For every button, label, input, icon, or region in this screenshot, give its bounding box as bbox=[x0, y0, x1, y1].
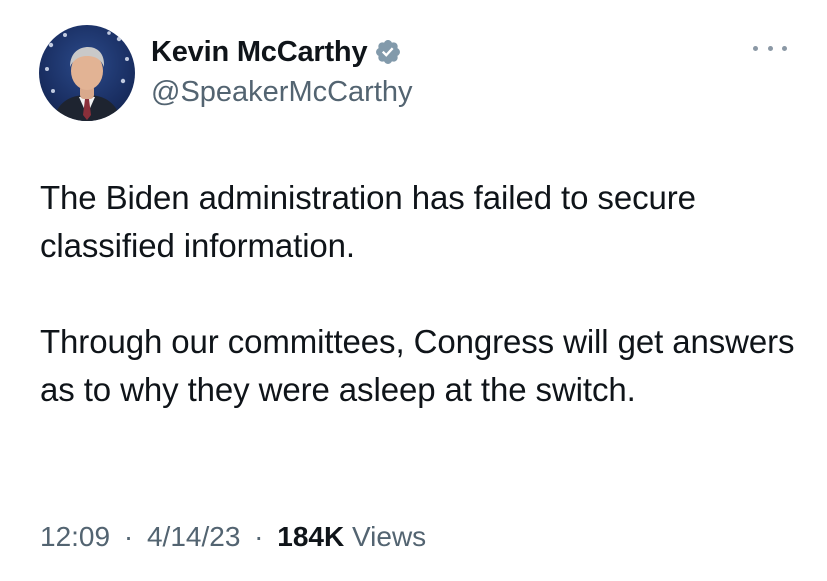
views-label: Views bbox=[352, 521, 427, 552]
dot bbox=[767, 45, 773, 51]
avatar[interactable] bbox=[39, 25, 135, 121]
more-options-icon[interactable] bbox=[753, 38, 787, 58]
verified-badge-icon bbox=[374, 38, 402, 66]
author-name-row: Kevin McCarthy bbox=[151, 34, 402, 70]
tweet-card: Kevin McCarthy @SpeakerMcCarthy The Bide… bbox=[0, 0, 827, 581]
views-count[interactable]: 184K bbox=[277, 521, 344, 552]
display-name[interactable]: Kevin McCarthy bbox=[151, 34, 368, 70]
tweet-paragraph: The Biden administration has failed to s… bbox=[40, 179, 696, 264]
tweet-meta: 12:09 · 4/14/23 · 184K Views bbox=[40, 519, 426, 555]
author-handle[interactable]: @SpeakerMcCarthy bbox=[151, 74, 413, 110]
dot bbox=[782, 45, 787, 51]
tweet-time[interactable]: 12:09 bbox=[40, 521, 110, 552]
tweet-date[interactable]: 4/14/23 bbox=[147, 521, 240, 552]
tweet-paragraph: Through our committees, Congress will ge… bbox=[40, 323, 795, 408]
dot bbox=[753, 45, 758, 51]
avatar-image bbox=[45, 31, 129, 121]
tweet-text: The Biden administration has failed to s… bbox=[40, 174, 800, 414]
meta-separator: · bbox=[123, 521, 134, 552]
meta-separator: · bbox=[254, 521, 264, 552]
